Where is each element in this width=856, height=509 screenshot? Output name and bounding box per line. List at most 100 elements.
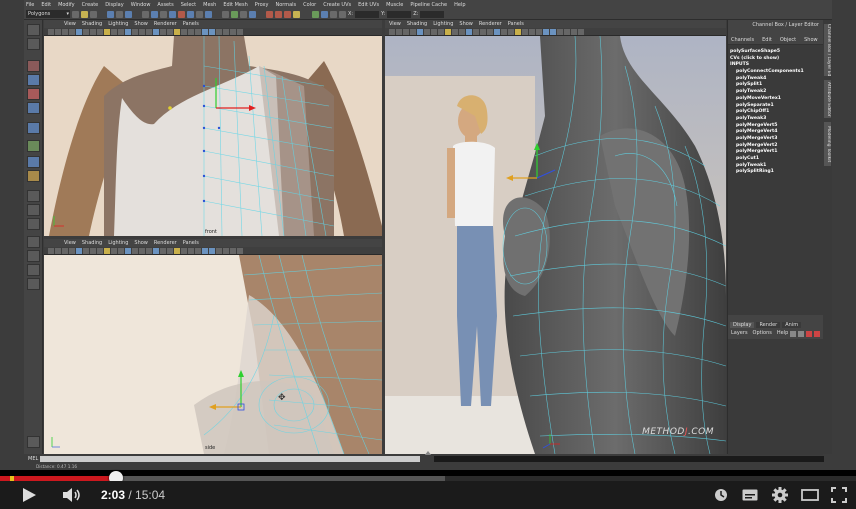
layout-single-icon[interactable]	[27, 190, 40, 202]
z-field[interactable]	[420, 10, 445, 18]
menu-mesh[interactable]: Mesh	[203, 2, 216, 8]
layout-four-icon[interactable]	[27, 204, 40, 216]
input-line-icon[interactable]	[321, 10, 328, 18]
history-node[interactable]: polyMoveVertex1	[730, 96, 823, 103]
play-button[interactable]	[18, 481, 40, 509]
fullscreen-button[interactable]	[828, 481, 850, 509]
viewport-menu-show[interactable]: Show	[134, 240, 148, 246]
viewport-perspective[interactable]: View Shading Lighting Show Renderer Panels	[385, 20, 726, 454]
mask-icon[interactable]	[187, 10, 194, 18]
layout-outliner-icon[interactable]	[27, 264, 40, 276]
soft-select-icon[interactable]	[27, 156, 40, 168]
menu-edit[interactable]: Edit	[41, 2, 51, 8]
y-field[interactable]	[387, 10, 412, 18]
new-scene-icon[interactable]	[72, 10, 79, 18]
render-icon[interactable]	[266, 10, 273, 18]
viewport-menu-shading[interactable]: Shading	[82, 21, 102, 27]
x-field[interactable]	[355, 10, 380, 18]
volume-button[interactable]	[60, 481, 84, 509]
input-line-icon[interactable]	[312, 10, 319, 18]
viewport-menu-panels[interactable]: Panels	[183, 240, 199, 246]
side-tab-channel-box[interactable]: Channel Box / Layer Editor	[824, 24, 831, 76]
mel-label[interactable]: MEL	[24, 456, 40, 462]
menu-edit-mesh[interactable]: Edit Mesh	[223, 2, 247, 8]
menu-display[interactable]: Display	[105, 2, 123, 8]
side-tab-modeling-toolkit[interactable]: Modeling Toolkit	[824, 122, 831, 166]
viewport-side[interactable]: View Shading Lighting Show Renderer Panels	[44, 239, 382, 454]
menu-options[interactable]: Options	[753, 330, 772, 336]
menu-help[interactable]: Help	[454, 2, 465, 8]
snap-point-icon[interactable]	[240, 10, 247, 18]
history-node[interactable]: polyTweak3	[730, 116, 823, 123]
layout-graph-icon[interactable]	[27, 236, 40, 248]
menu-select[interactable]: Select	[181, 2, 196, 8]
mode-dropdown[interactable]: Polygons	[26, 10, 70, 18]
hypershade-icon[interactable]	[293, 10, 300, 18]
menu-assets[interactable]: Assets	[157, 2, 173, 8]
menu-muscle[interactable]: Muscle	[386, 2, 403, 8]
menu-normals[interactable]: Normals	[275, 2, 296, 8]
input-line-icon[interactable]	[330, 10, 337, 18]
viewport-menu-panels[interactable]: Panels	[508, 21, 524, 27]
viewport-menu-show[interactable]: Show	[459, 21, 473, 27]
mask-icon[interactable]	[178, 10, 185, 18]
menu-create[interactable]: Create	[82, 2, 99, 8]
rotate-tool-icon[interactable]	[27, 88, 40, 100]
mask-icon[interactable]	[151, 10, 158, 18]
history-node[interactable]: polyMergeVert1	[730, 149, 823, 156]
layer-down-icon[interactable]	[798, 331, 804, 337]
manipulator-tool-icon[interactable]	[27, 122, 40, 134]
viewport-menu-view[interactable]: View	[64, 240, 76, 246]
select-by-hierarchy-icon[interactable]	[107, 10, 114, 18]
layout-side-icon[interactable]	[27, 218, 40, 230]
layout-outliner-icon[interactable]	[27, 278, 40, 290]
history-node[interactable]: polyConnectComponents1	[730, 69, 823, 76]
menu-modify[interactable]: Modify	[58, 2, 75, 8]
viewport-menu-panels[interactable]: Panels	[183, 21, 199, 27]
history-node[interactable]: polyChipOff1	[730, 109, 823, 116]
tab-anim[interactable]: Anim	[782, 322, 802, 328]
captions-button[interactable]	[740, 481, 760, 509]
theater-mode-button[interactable]	[800, 481, 820, 509]
history-node[interactable]: polyMergeVert4	[730, 129, 823, 136]
menu-help[interactable]: Help	[777, 330, 788, 336]
shape-node[interactable]: polySurfaceShape5	[730, 49, 823, 56]
video-frame[interactable]: File Edit Modify Create Display Window Assets S…	[0, 0, 856, 470]
layout-outliner-icon[interactable]	[27, 250, 40, 262]
ipr-render-icon[interactable]	[275, 10, 282, 18]
menu-create-uvs[interactable]: Create UVs	[323, 2, 351, 8]
snap-plane-icon[interactable]	[249, 10, 256, 18]
viewport-menu-view[interactable]: View	[389, 21, 401, 27]
layer-up-icon[interactable]	[790, 331, 796, 337]
viewport-menu-renderer[interactable]: Renderer	[154, 240, 177, 246]
menu-layers[interactable]: Layers	[731, 330, 748, 336]
menu-edit-uvs[interactable]: Edit UVs	[358, 2, 379, 8]
menu-proxy[interactable]: Proxy	[255, 2, 269, 8]
save-icon[interactable]	[90, 10, 97, 18]
history-node[interactable]: polyTweak2	[730, 89, 823, 96]
snap-curve-icon[interactable]	[231, 10, 238, 18]
channel-menu-channels[interactable]: Channels	[731, 37, 754, 43]
history-node[interactable]: polyCut1	[730, 156, 823, 163]
mask-icon[interactable]	[169, 10, 176, 18]
input-line-icon[interactable]	[339, 10, 346, 18]
settings-button[interactable]	[770, 481, 790, 509]
mask-icon[interactable]	[160, 10, 167, 18]
channel-menu-show[interactable]: Show	[804, 37, 818, 43]
menu-file[interactable]: File	[26, 2, 34, 8]
open-folder-icon[interactable]	[81, 10, 88, 18]
script-editor-icon[interactable]	[27, 436, 40, 448]
last-tool-icon[interactable]	[27, 140, 40, 152]
viewport-menu-shading[interactable]: Shading	[82, 240, 102, 246]
viewport-menu-view[interactable]: View	[64, 21, 76, 27]
new-layer-icon[interactable]	[806, 331, 812, 337]
viewport-menu-show[interactable]: Show	[134, 21, 148, 27]
history-node[interactable]: polyMergeVert3	[730, 136, 823, 143]
viewport-menu-renderer[interactable]: Renderer	[479, 21, 502, 27]
watch-later-button[interactable]	[712, 481, 730, 509]
move-tool-icon[interactable]	[27, 74, 40, 86]
menu-window[interactable]: Window	[131, 2, 151, 8]
lasso-tool-icon[interactable]	[27, 38, 40, 50]
menu-pipeline-cache[interactable]: Pipeline Cache	[410, 2, 447, 8]
history-node[interactable]: polySplitRing1	[730, 169, 823, 176]
